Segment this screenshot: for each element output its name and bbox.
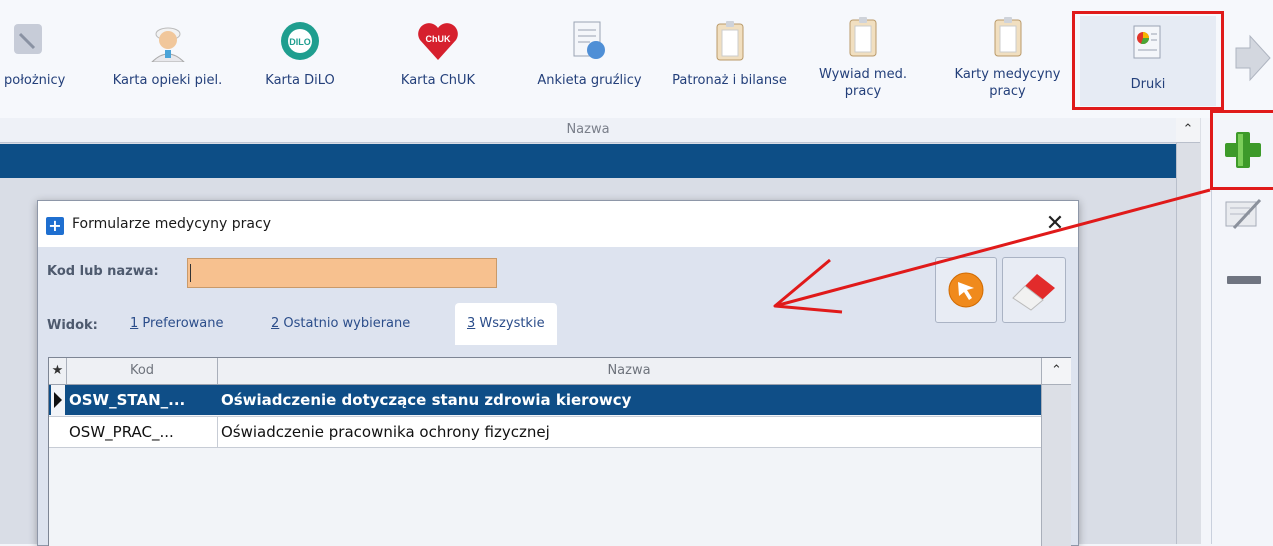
annotation-arrow-icon <box>773 188 1211 314</box>
